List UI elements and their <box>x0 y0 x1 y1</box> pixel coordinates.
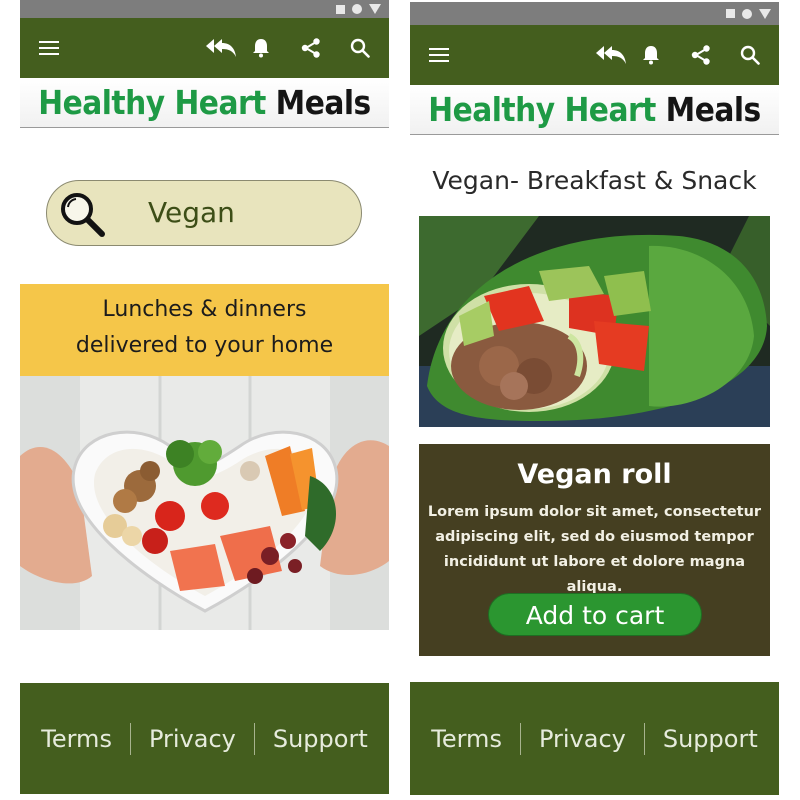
promo-banner: Lunches & dinners delivered to your home <box>20 284 389 376</box>
privacy-link[interactable]: Privacy <box>131 725 254 753</box>
brand-logo: Healthy Heart Meals <box>20 78 389 128</box>
product-card: Vegan roll Lorem ipsum dolor sit amet, c… <box>419 444 770 656</box>
hamburger-icon[interactable] <box>39 40 59 56</box>
search-icon[interactable] <box>740 45 760 65</box>
footer-bar: Terms Privacy Support <box>20 683 389 794</box>
magnifier-icon <box>61 193 105 237</box>
terms-link[interactable]: Terms <box>413 725 520 753</box>
support-link[interactable]: Support <box>645 725 776 753</box>
vegan-roll-image <box>419 216 770 427</box>
promo-line-1: Lunches & dinners <box>102 297 307 322</box>
promo-line-2: delivered to your home <box>75 333 334 358</box>
status-bar <box>410 2 779 25</box>
bell-icon[interactable] <box>252 38 270 58</box>
search-bar[interactable]: Vegan <box>46 180 362 246</box>
reply-all-icon[interactable] <box>595 45 627 65</box>
share-icon[interactable] <box>691 45 711 65</box>
bell-icon[interactable] <box>642 45 660 65</box>
heart-bowl-image <box>20 376 389 630</box>
app-bar <box>20 18 389 78</box>
signal-icon <box>759 8 771 19</box>
search-input[interactable]: Vegan <box>148 181 235 245</box>
home-icon <box>742 8 752 19</box>
share-icon[interactable] <box>301 38 321 58</box>
terms-link[interactable]: Terms <box>23 725 130 753</box>
recent-apps-icon <box>726 9 735 18</box>
privacy-link[interactable]: Privacy <box>521 725 644 753</box>
search-icon[interactable] <box>350 38 370 58</box>
signal-icon <box>369 4 381 14</box>
add-to-cart-button[interactable]: Add to cart <box>488 593 702 636</box>
home-icon <box>352 4 362 14</box>
footer-bar: Terms Privacy Support <box>410 682 779 795</box>
product-title: Vegan roll <box>517 459 672 490</box>
recent-apps-icon <box>336 4 345 14</box>
brand-logo: Healthy Heart Meals <box>410 85 779 135</box>
support-link[interactable]: Support <box>255 725 386 753</box>
reply-all-icon[interactable] <box>205 38 237 58</box>
status-bar <box>20 0 389 18</box>
app-bar <box>410 25 779 85</box>
hamburger-icon[interactable] <box>429 47 449 63</box>
page-title: Vegan- Breakfast & Snack <box>432 166 757 195</box>
product-description: Lorem ipsum dolor sit amet, consectetur … <box>427 504 762 595</box>
